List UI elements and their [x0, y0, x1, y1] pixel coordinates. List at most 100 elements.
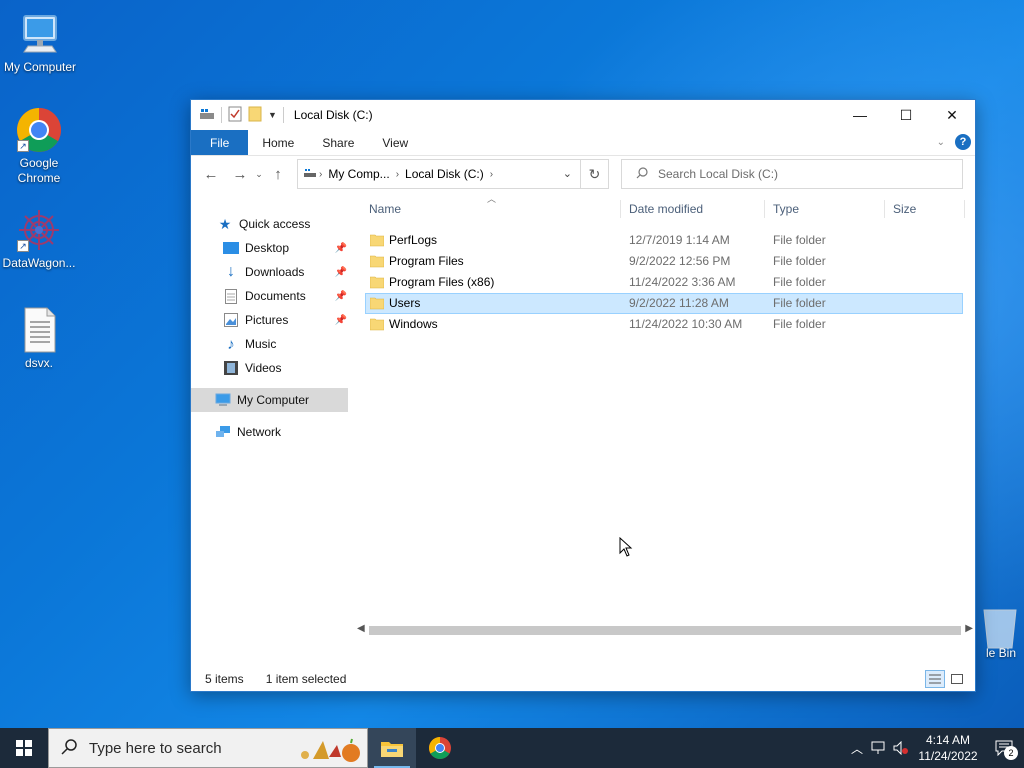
scroll-left-icon[interactable]: ◀ [357, 623, 365, 634]
file-list: ︿ Name Date modified Type Size PerfLogs … [365, 192, 965, 667]
column-header-type[interactable]: Type [769, 200, 885, 218]
close-button[interactable]: ✕ [929, 100, 975, 130]
new-folder-icon[interactable] [248, 106, 262, 125]
file-explorer-window[interactable]: ▼ Local Disk (C:) — ☐ ✕ File Home Share … [190, 99, 976, 692]
nav-item-label: Downloads [245, 265, 305, 279]
nav-item-videos[interactable]: Videos [191, 356, 351, 380]
computer-icon [16, 10, 64, 58]
desktop-icon-label: DataWagon... [2, 256, 76, 270]
desktop-icon-label: Google Chrome [17, 156, 61, 185]
clock-time: 4:14 AM [925, 733, 971, 747]
clock[interactable]: 4:14 AM 11/24/2022 [912, 732, 984, 764]
notification-count-badge: 2 [1004, 746, 1018, 760]
navigation-bar: ← → ⌄ ↑ › My Comp... › Local Disk (C:) ›… [191, 156, 975, 192]
details-view-button[interactable] [925, 670, 945, 688]
file-name: Windows [389, 317, 438, 331]
taskbar-app-chrome[interactable] [416, 728, 464, 768]
chevron-right-icon[interactable]: › [317, 169, 324, 180]
file-row[interactable]: PerfLogs 12/7/2019 1:14 AM File folder [365, 230, 963, 251]
shortcut-arrow-icon: ↗ [17, 140, 29, 152]
network-icon [215, 424, 231, 440]
computer-icon [215, 392, 231, 408]
folder-icon [370, 234, 384, 247]
nav-item-my-computer[interactable]: My Computer [191, 388, 348, 412]
chevron-right-icon[interactable]: › [488, 169, 495, 180]
pin-icon[interactable]: 📌 [335, 291, 347, 302]
desktop-icon-datawagon[interactable]: ↗ DataWagon... [0, 206, 79, 271]
taskbar-search-input[interactable] [89, 739, 289, 757]
quick-access-toolbar: ▼ [191, 106, 284, 125]
shortcut-arrow-icon: ↗ [17, 240, 29, 252]
pin-icon[interactable]: 📌 [335, 243, 347, 254]
show-hidden-icons-button[interactable]: ︿ [846, 728, 868, 768]
desktop-icon-my-computer[interactable]: My Computer [0, 10, 80, 75]
ribbon-tabs: File Home Share View ⌄ ? [191, 130, 975, 156]
datawagon-icon: ↗ [15, 206, 63, 254]
file-date: 9/2/2022 11:28 AM [629, 296, 729, 310]
refresh-button[interactable]: ↻ [580, 160, 608, 188]
tab-share[interactable]: Share [308, 130, 368, 155]
file-row[interactable]: Windows 11/24/2022 10:30 AM File folder [365, 314, 963, 335]
taskbar-search-box[interactable] [48, 728, 368, 768]
search-input[interactable] [658, 167, 948, 181]
view-switcher [925, 670, 967, 688]
file-type: File folder [773, 233, 826, 247]
pin-icon[interactable]: 📌 [335, 315, 347, 326]
nav-item-downloads[interactable]: ↓ Downloads 📌 [191, 260, 351, 284]
start-button[interactable] [0, 728, 48, 768]
folder-icon [370, 255, 384, 268]
title-bar[interactable]: ▼ Local Disk (C:) — ☐ ✕ [191, 100, 975, 130]
desktop-icon-google-chrome[interactable]: ↗ Google Chrome [0, 106, 79, 186]
help-icon[interactable]: ? [955, 134, 971, 150]
nav-item-network[interactable]: Network [191, 420, 351, 444]
file-type: File folder [773, 296, 826, 310]
expand-ribbon-icon[interactable]: ⌄ [937, 137, 945, 148]
up-button[interactable]: ↑ [266, 162, 290, 186]
file-row[interactable]: Program Files (x86) 11/24/2022 3:36 AM F… [365, 272, 963, 293]
nav-item-documents[interactable]: Documents 📌 [191, 284, 351, 308]
action-center-button[interactable]: 2 [984, 728, 1024, 768]
tab-view[interactable]: View [368, 130, 422, 155]
window-controls: — ☐ ✕ [837, 100, 975, 130]
nav-item-quick-access[interactable]: ★ Quick access [191, 212, 351, 236]
pin-icon[interactable]: 📌 [335, 267, 347, 278]
windows-logo-icon [16, 740, 32, 756]
desktop-icon-dsvx[interactable]: dsvx. [0, 306, 79, 371]
properties-icon[interactable] [228, 106, 242, 125]
chevron-down-icon[interactable]: ▼ [268, 110, 277, 120]
column-header-date-modified[interactable]: Date modified [625, 200, 765, 218]
tab-file[interactable]: File [191, 130, 249, 155]
nav-item-pictures[interactable]: Pictures 📌 [191, 308, 351, 332]
tab-home[interactable]: Home [248, 130, 308, 155]
ribbon-right-controls: ⌄ ? [937, 134, 971, 150]
address-bar[interactable]: › My Comp... › Local Disk (C:) › ⌄ ↻ [297, 159, 609, 189]
nav-item-music[interactable]: ♪ Music [191, 332, 351, 356]
search-box[interactable] [621, 159, 963, 189]
back-button[interactable]: ← [199, 162, 223, 186]
search-icon [61, 738, 77, 758]
forward-button[interactable]: → [228, 162, 252, 186]
drive-icon[interactable] [199, 107, 215, 124]
taskbar-app-file-explorer[interactable] [368, 728, 416, 768]
network-status-icon[interactable] [868, 728, 890, 768]
column-header-name[interactable]: Name [365, 200, 621, 218]
maximize-button[interactable]: ☐ [883, 100, 929, 130]
volume-muted-icon[interactable] [890, 728, 912, 768]
horizontal-scrollbar[interactable]: ◀ ▶ [355, 622, 975, 639]
recent-locations-button[interactable]: ⌄ [252, 162, 266, 186]
column-header-size[interactable]: Size [889, 200, 965, 218]
scrollbar-thumb[interactable] [369, 626, 961, 635]
file-date: 11/24/2022 3:36 AM [629, 275, 736, 289]
minimize-button[interactable]: — [837, 100, 883, 130]
breadcrumb-local-disk[interactable]: Local Disk (C:) [401, 167, 488, 181]
file-row-selected[interactable]: Users 9/2/2022 11:28 AM File folder [365, 293, 963, 314]
large-icons-view-button[interactable] [947, 670, 967, 688]
folder-icon [370, 276, 384, 289]
chevron-right-icon[interactable]: › [394, 169, 401, 180]
address-dropdown-icon[interactable]: ⌄ [563, 167, 572, 180]
nav-item-desktop[interactable]: Desktop 📌 [191, 236, 351, 260]
file-date: 11/24/2022 10:30 AM [629, 317, 743, 331]
file-row[interactable]: Program Files 9/2/2022 12:56 PM File fol… [365, 251, 963, 272]
breadcrumb-my-computer[interactable]: My Comp... [324, 167, 393, 181]
scroll-right-icon[interactable]: ▶ [965, 623, 973, 634]
